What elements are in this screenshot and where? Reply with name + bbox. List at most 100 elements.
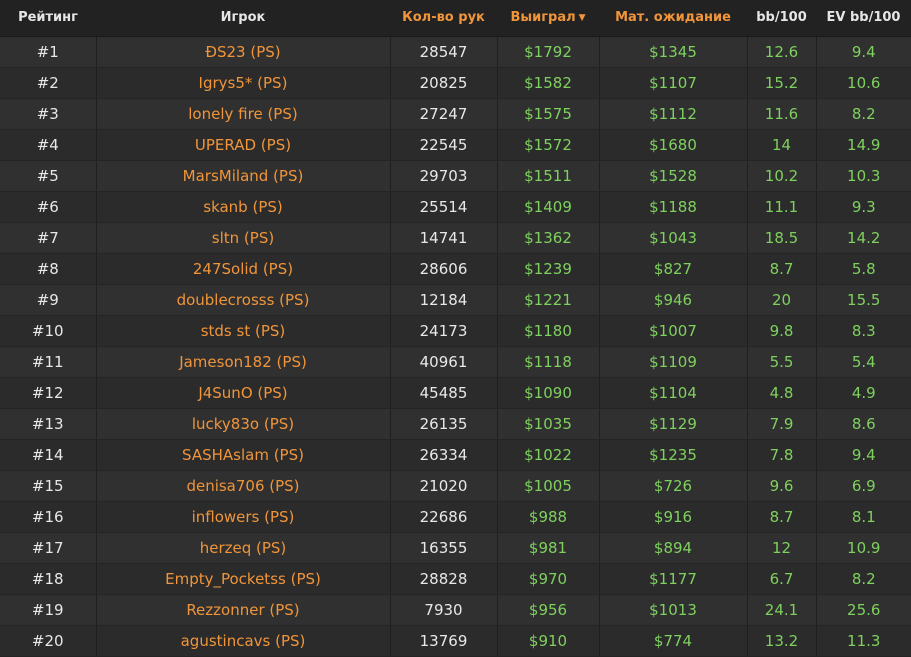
player-link[interactable]: MarsMiland (PS) [95, 160, 390, 192]
table-row: #5 MarsMiland (PS) 29703 $1511 $1528 10.2 10.3 [0, 160, 911, 192]
evbb100-cell: 4.9 [815, 377, 911, 409]
column-header-hands[interactable]: Кол-во рук [390, 0, 497, 37]
ev-cell: $1104 [598, 377, 747, 409]
rank-cell: #14 [0, 439, 96, 471]
table-row: #3 lonely fire (PS) 27247 $1575 $1112 11.6 8.2 [0, 98, 911, 130]
table-row: #1 ĐS23 (PS) 28547 $1792 $1345 12.6 9.4 [0, 36, 911, 68]
evbb100-cell: 8.6 [815, 408, 911, 440]
evbb100-cell: 9.4 [815, 439, 911, 471]
hands-cell: 22545 [389, 129, 497, 161]
ev-cell: $1680 [598, 129, 747, 161]
hands-cell: 12184 [389, 284, 497, 316]
rank-cell: #7 [0, 222, 96, 254]
evbb100-cell: 25.6 [815, 594, 911, 626]
player-link[interactable]: SASHAslam (PS) [95, 439, 390, 471]
ev-cell: $1013 [598, 594, 747, 626]
column-header-ev[interactable]: Мат. ожидание [599, 0, 747, 37]
rank-cell: #8 [0, 253, 96, 285]
rank-cell: #4 [0, 129, 96, 161]
hands-cell: 16355 [389, 532, 497, 564]
rank-cell: #5 [0, 160, 96, 192]
won-cell: $1118 [496, 346, 599, 378]
player-link[interactable]: denisa706 (PS) [95, 470, 390, 502]
evbb100-cell: 6.9 [815, 470, 911, 502]
bb100-cell: 7.8 [746, 439, 816, 471]
won-cell: $1792 [496, 36, 599, 68]
evbb100-cell: 10.3 [815, 160, 911, 192]
ev-cell: $1007 [598, 315, 747, 347]
hands-cell: 22686 [389, 501, 497, 533]
player-link[interactable]: inflowers (PS) [95, 501, 390, 533]
rank-cell: #19 [0, 594, 96, 626]
leaderboard-table: Рейтинг Игрок Кол-во рук Выиграл ▼ Мат. о… [0, 0, 911, 657]
column-header-bb100[interactable]: bb/100 [747, 0, 816, 37]
rank-cell: #1 [0, 36, 96, 68]
player-link[interactable]: Empty_Pocketss (PS) [95, 563, 390, 595]
table-row: #12 J4SunO (PS) 45485 $1090 $1104 4.8 4.9 [0, 377, 911, 409]
ev-cell: $894 [598, 532, 747, 564]
player-link[interactable]: lucky83o (PS) [95, 408, 390, 440]
player-link[interactable]: skanb (PS) [95, 191, 390, 223]
rank-cell: #3 [0, 98, 96, 130]
ev-cell: $1345 [598, 36, 747, 68]
player-link[interactable]: Igrys5* (PS) [95, 67, 390, 99]
table-row: #18 Empty_Pocketss (PS) 28828 $970 $1177 6.7 8… [0, 563, 911, 595]
won-cell: $1239 [496, 253, 599, 285]
hands-cell: 20825 [389, 67, 497, 99]
table-row: #20 agustincavs (PS) 13769 $910 $774 13.2 11.3 [0, 625, 911, 657]
hands-cell: 25514 [389, 191, 497, 223]
ev-cell: $726 [598, 470, 747, 502]
player-link[interactable]: herzeq (PS) [95, 532, 390, 564]
player-link[interactable]: sltn (PS) [95, 222, 390, 254]
bb100-cell: 12.6 [746, 36, 816, 68]
won-cell: $988 [496, 501, 599, 533]
player-link[interactable]: Jameson182 (PS) [95, 346, 390, 378]
bb100-cell: 13.2 [746, 625, 816, 657]
rank-cell: #18 [0, 563, 96, 595]
column-header-won[interactable]: Выиграл ▼ [497, 0, 599, 37]
ev-cell: $1528 [598, 160, 747, 192]
column-header-won-label: Выиграл [510, 10, 576, 26]
player-link[interactable]: ĐS23 (PS) [95, 36, 390, 68]
bb100-cell: 8.7 [746, 501, 816, 533]
player-link[interactable]: Rezzonner (PS) [95, 594, 390, 626]
ev-cell: $1107 [598, 67, 747, 99]
ev-cell: $1129 [598, 408, 747, 440]
player-link[interactable]: lonely fire (PS) [95, 98, 390, 130]
ev-cell: $827 [598, 253, 747, 285]
table-row: #4 UPERAD (PS) 22545 $1572 $1680 14 14.9 [0, 129, 911, 161]
won-cell: $956 [496, 594, 599, 626]
bb100-cell: 6.7 [746, 563, 816, 595]
bb100-cell: 24.1 [746, 594, 816, 626]
hands-cell: 26135 [389, 408, 497, 440]
bb100-cell: 14 [746, 129, 816, 161]
rank-cell: #12 [0, 377, 96, 409]
caret-down-icon: ▼ [578, 13, 586, 24]
rank-cell: #13 [0, 408, 96, 440]
column-header-evbb100[interactable]: EV bb/100 [816, 0, 911, 37]
rank-cell: #2 [0, 67, 96, 99]
evbb100-cell: 14.2 [815, 222, 911, 254]
rank-cell: #10 [0, 315, 96, 347]
hands-cell: 45485 [389, 377, 497, 409]
player-link[interactable]: stds st (PS) [95, 315, 390, 347]
evbb100-cell: 8.1 [815, 501, 911, 533]
table-row: #8 247Solid (PS) 28606 $1239 $827 8.7 5.8 [0, 253, 911, 285]
player-link[interactable]: doublecrosss (PS) [95, 284, 390, 316]
evbb100-cell: 10.6 [815, 67, 911, 99]
player-link[interactable]: 247Solid (PS) [95, 253, 390, 285]
hands-cell: 28547 [389, 36, 497, 68]
evbb100-cell: 8.2 [815, 563, 911, 595]
column-header-player[interactable]: Игрок [96, 0, 390, 37]
ev-cell: $1109 [598, 346, 747, 378]
player-link[interactable]: J4SunO (PS) [95, 377, 390, 409]
player-link[interactable]: UPERAD (PS) [95, 129, 390, 161]
bb100-cell: 9.8 [746, 315, 816, 347]
rank-cell: #11 [0, 346, 96, 378]
hands-cell: 40961 [389, 346, 497, 378]
evbb100-cell: 5.4 [815, 346, 911, 378]
bb100-cell: 18.5 [746, 222, 816, 254]
player-link[interactable]: agustincavs (PS) [95, 625, 390, 657]
hands-cell: 24173 [389, 315, 497, 347]
column-header-rank[interactable]: Рейтинг [0, 0, 96, 37]
